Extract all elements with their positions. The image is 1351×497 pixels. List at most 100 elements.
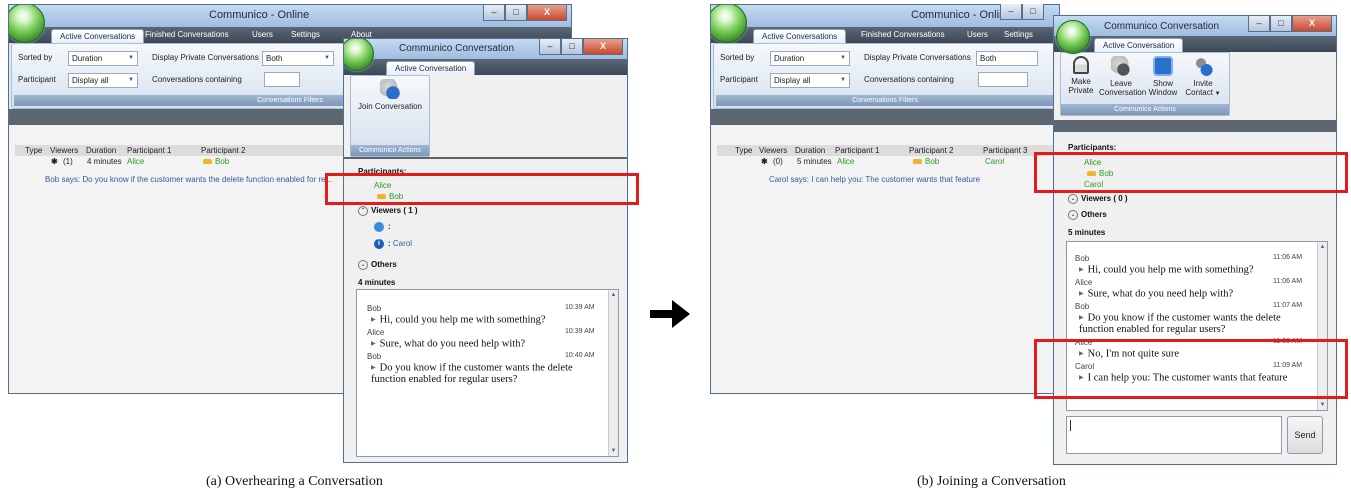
tab-active-conversations[interactable]: Active Conversations (51, 29, 145, 43)
minimize-button[interactable]: – (1000, 4, 1022, 20)
conv-window-titlebar[interactable]: Communico Conversation – □ X (1054, 16, 1336, 36)
tab-active-conversations[interactable]: Active Conversations (753, 29, 847, 43)
main-window-titlebar[interactable]: Communico - Online – □ X (9, 5, 571, 27)
tab-active-conversation[interactable]: Active Conversation (386, 61, 476, 75)
participant-select[interactable]: Display all ▼ (770, 73, 850, 88)
leave-conversation-button[interactable]: Leave Conversation (1099, 56, 1146, 97)
conversations-containing-input[interactable] (978, 72, 1028, 87)
show-window-button[interactable]: Show Window (1145, 56, 1181, 97)
triangle-icon: ▶ (1079, 315, 1084, 321)
maximize-button[interactable]: □ (1270, 16, 1292, 32)
conv-window-title: Communico Conversation (1104, 21, 1220, 32)
row-viewers: (0) (773, 157, 783, 166)
triangle-icon: ▶ (371, 341, 376, 347)
info-icon: i (374, 239, 384, 249)
viewer-row-2[interactable]: i: Carol (374, 239, 412, 249)
others-expander[interactable]: ⌄ Others (1068, 210, 1107, 220)
col-participant-3[interactable]: Participant 3 (983, 146, 1027, 155)
tab-users[interactable]: Users (967, 30, 988, 39)
message-input[interactable] (1066, 416, 1282, 454)
viewer-colon-2: : (388, 239, 391, 249)
viewers-expander[interactable]: ⌃ Viewers ( 1 ) (358, 206, 418, 216)
col-participant-2[interactable]: Participant 2 (201, 146, 245, 155)
col-participant-2[interactable]: Participant 2 (909, 146, 953, 155)
chevron-down-icon: ▼ (840, 55, 846, 61)
maximize-button[interactable]: □ (561, 39, 583, 55)
chevron-down-icon: ⌄ (358, 260, 368, 270)
tab-active-conversation[interactable]: Active Conversation (1094, 38, 1184, 52)
col-participant-1[interactable]: Participant 1 (127, 146, 171, 155)
viewer-colon: : (388, 222, 391, 232)
make-private-button[interactable]: Make Private (1063, 56, 1099, 95)
scroll-down-icon[interactable]: ▼ (1318, 402, 1327, 408)
tab-settings[interactable]: Settings (291, 30, 320, 39)
participants-label: Participants: (1068, 143, 1117, 152)
conversation-duration: 5 minutes (1068, 228, 1106, 237)
participant-select[interactable]: Display all ▼ (68, 73, 138, 88)
actions-ribbon: Make Private Leave Conversation Show Win… (1060, 52, 1230, 116)
conversations-containing-input[interactable] (264, 72, 300, 87)
tab-finished-conversations[interactable]: Finished Conversations (145, 30, 229, 39)
close-button[interactable]: X (527, 5, 567, 21)
caption-b: (b) Joining a Conversation (917, 474, 1066, 489)
minimize-button[interactable]: – (539, 39, 561, 55)
col-viewers[interactable]: Viewers (50, 146, 78, 155)
col-duration[interactable]: Duration (86, 146, 116, 155)
minimize-button[interactable]: – (1248, 16, 1270, 32)
person-icon: ✱ (761, 157, 768, 166)
maximize-button[interactable]: □ (505, 5, 527, 21)
highlight-new-messages (1034, 339, 1348, 399)
triangle-icon: ▶ (371, 317, 376, 323)
col-viewers[interactable]: Viewers (759, 146, 787, 155)
send-button[interactable]: Send (1287, 416, 1323, 454)
col-type[interactable]: Type (735, 146, 752, 155)
actions-group-label: Communico Actions (1061, 104, 1229, 115)
caption-a: (a) Overhearing a Conversation (206, 474, 383, 489)
scroll-up-icon[interactable]: ▲ (1318, 244, 1327, 250)
conversation-preview: Carol says: I can help you: The customer… (769, 175, 981, 184)
join-conversation-label: Join Conversation (357, 102, 423, 111)
col-participant-1[interactable]: Participant 1 (835, 146, 879, 155)
message-text-body: Hi, could you help me with something? (1087, 264, 1254, 276)
sorted-by-value: Duration (72, 54, 103, 63)
display-private-value: Both (980, 54, 997, 63)
invite-contact-label: Invite Contact (1185, 79, 1213, 97)
participant-value: Display all (72, 76, 109, 85)
conv-window-titlebar[interactable]: Communico Conversation – □ X (344, 39, 627, 59)
col-type[interactable]: Type (25, 146, 42, 155)
invite-contact-button[interactable]: Invite Contact ▼ (1183, 56, 1223, 99)
row-participant-1: Alice (837, 157, 855, 166)
display-private-select[interactable]: Both (976, 51, 1038, 66)
viewers-expander[interactable]: ⌄ Viewers ( 0 ) (1068, 194, 1128, 204)
minimize-button[interactable]: – (483, 5, 505, 21)
scroll-down-icon[interactable]: ▼ (609, 448, 618, 454)
col-duration[interactable]: Duration (795, 146, 825, 155)
scroll-up-icon[interactable]: ▲ (609, 292, 618, 298)
sorted-by-select[interactable]: Duration ▼ (68, 51, 138, 66)
display-private-value: Both (266, 54, 283, 63)
chat-history[interactable]: Bob 10:39 AM ▶ Hi, could you help me with… (356, 289, 619, 457)
conv-tab-bar: Active Conversation (344, 59, 627, 75)
maximize-button[interactable]: □ (1022, 4, 1044, 20)
row-participant-1: Alice (127, 157, 145, 166)
display-private-select[interactable]: Both ▼ (262, 51, 334, 66)
tab-finished-conversations[interactable]: Finished Conversations (861, 30, 945, 39)
close-button[interactable]: X (583, 39, 623, 55)
chevron-down-icon: ▼ (128, 55, 134, 61)
viewers-label: Viewers ( 1 ) (371, 206, 418, 216)
chat-scrollbar[interactable]: ▲ ▼ (608, 290, 618, 456)
app-orb-logo[interactable] (1056, 20, 1090, 54)
participant-value: Display all (774, 76, 811, 85)
close-button[interactable]: X (1292, 16, 1332, 32)
tab-settings[interactable]: Settings (1004, 30, 1033, 39)
others-expander[interactable]: ⌄ Others (358, 260, 397, 270)
divider (344, 157, 627, 159)
message-time: 11:07 AM (1273, 302, 1303, 309)
tab-users[interactable]: Users (252, 30, 273, 39)
highlight-participants (1034, 152, 1348, 193)
message-text: ▶ Do you know if the customer wants the d… (371, 362, 606, 386)
table-row[interactable]: ✱ (0) 5 minutes Alice Bob Carol (717, 157, 1053, 169)
sorted-by-select[interactable]: Duration ▼ (770, 51, 850, 66)
message-author: Bob (367, 352, 382, 361)
join-conversation-button[interactable]: Join Conversation (353, 79, 427, 111)
